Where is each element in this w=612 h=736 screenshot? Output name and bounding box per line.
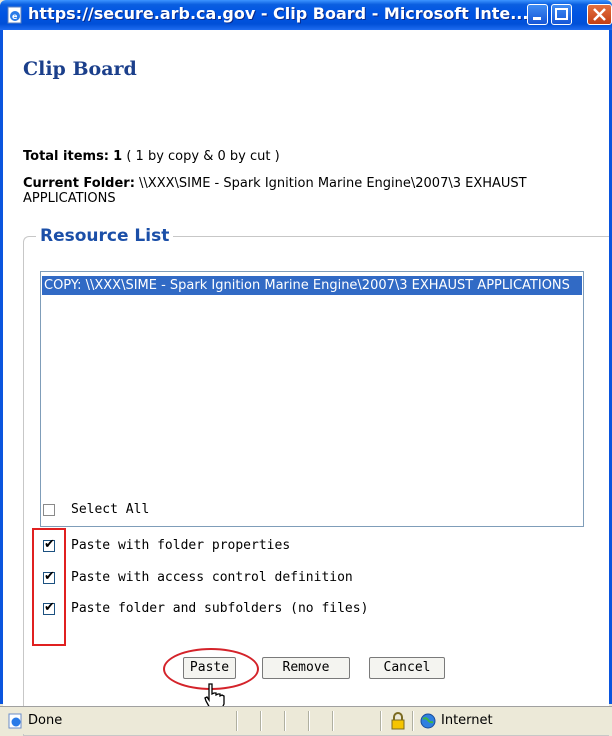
select-all-label: Select All <box>71 502 150 517</box>
zone-text: Internet <box>441 713 493 728</box>
total-items: Total items: 1 ( 1 by copy & 0 by cut ) <box>23 149 280 164</box>
minimize-icon <box>533 17 541 20</box>
remove-button[interactable]: Remove <box>262 657 350 679</box>
status-divider <box>284 711 286 731</box>
minimize-button[interactable] <box>527 4 548 25</box>
ie-page-icon <box>8 713 22 729</box>
maximize-icon <box>555 8 568 20</box>
checkbox-highlight-box <box>32 528 66 646</box>
total-items-count: 1 <box>113 149 123 164</box>
paste-access-control-label: Paste with access control definition <box>71 570 353 585</box>
ie-page-icon: e <box>7 6 22 24</box>
resource-list-legend: Resource List <box>40 226 170 246</box>
select-all-checkbox[interactable] <box>43 504 55 516</box>
globe-icon <box>420 713 436 729</box>
close-button[interactable] <box>587 4 612 25</box>
paste-folder-properties-label: Paste with folder properties <box>71 538 291 553</box>
maximize-button[interactable] <box>551 4 572 25</box>
paste-subfolders-label: Paste folder and subfolders (no files) <box>71 601 369 616</box>
lock-icon <box>391 712 405 730</box>
close-icon <box>593 8 606 21</box>
page-content: Clip Board Total items: 1 ( 1 by copy & … <box>3 30 609 736</box>
status-divider <box>332 711 334 731</box>
window-title: https://secure.arb.ca.gov - Clip Board -… <box>28 4 529 23</box>
status-text: Done <box>28 713 63 728</box>
total-items-label: Total items: <box>23 149 110 164</box>
page-title: Clip Board <box>23 58 137 80</box>
list-item[interactable]: COPY: \\XXX\SIME - Spark Ignition Marine… <box>42 276 582 295</box>
title-bar[interactable]: e https://secure.arb.ca.gov - Clip Board… <box>0 0 612 30</box>
current-folder: Current Folder: \\XXX\SIME - Spark Ignit… <box>23 176 583 206</box>
cancel-button[interactable]: Cancel <box>369 657 445 679</box>
status-divider <box>236 711 238 731</box>
status-divider <box>260 711 262 731</box>
current-folder-label: Current Folder: <box>23 176 135 191</box>
status-divider <box>380 711 382 731</box>
status-bar: Done Internet <box>0 706 612 734</box>
resource-listbox[interactable]: COPY: \\XXX\SIME - Spark Ignition Marine… <box>40 271 584 527</box>
total-items-detail: ( 1 by copy & 0 by cut ) <box>122 149 280 164</box>
svg-text:e: e <box>12 12 18 21</box>
status-divider <box>412 711 414 731</box>
status-divider <box>308 711 310 731</box>
